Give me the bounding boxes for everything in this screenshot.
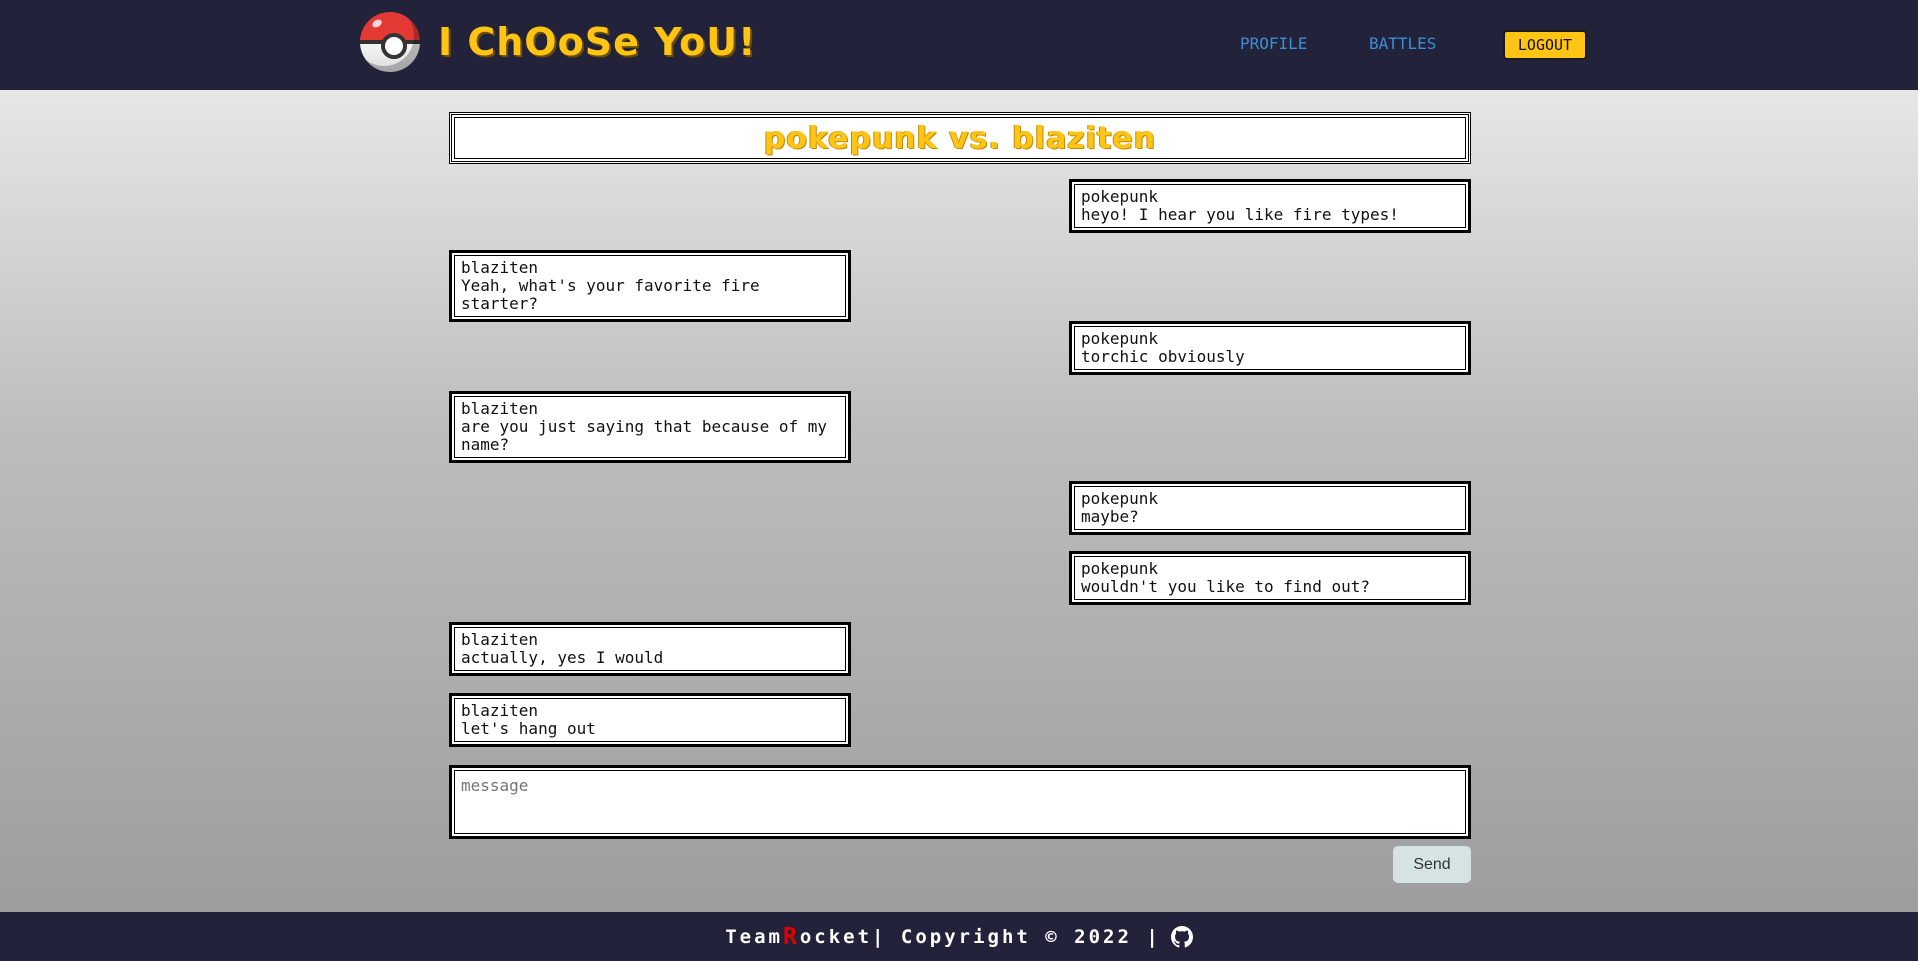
- nav-battles-link[interactable]: BATTLES: [1369, 28, 1436, 60]
- brand-title: I ChOoSe YoU!: [438, 20, 757, 64]
- message-text: torchic obviously: [1081, 347, 1245, 366]
- send-button[interactable]: Send: [1393, 846, 1471, 883]
- top-navbar: I ChOoSe YoU! PROFILE BATTLES LOGOUT: [0, 0, 1918, 90]
- chat-message: pokepunk maybe?: [1069, 481, 1471, 535]
- nav-profile-link[interactable]: PROFILE: [1240, 28, 1307, 60]
- message-author: blaziten: [461, 399, 539, 418]
- chat-title: pokepunk vs. blaziten: [763, 120, 1157, 156]
- message-author: blaziten: [461, 630, 539, 649]
- chat-message: blaziten let's hang out: [449, 693, 851, 747]
- footer-team-suffix: ocket: [799, 925, 873, 948]
- message-text: maybe?: [1081, 507, 1139, 526]
- message-author: pokepunk: [1081, 559, 1159, 578]
- footer-team-prefix: Team: [725, 925, 783, 948]
- chat-message: pokepunk wouldn't you like to find out?: [1069, 551, 1471, 605]
- message-author: blaziten: [461, 258, 539, 277]
- chat-header: pokepunk vs. blaziten: [449, 112, 1471, 164]
- footer-r-letter: R: [782, 923, 800, 950]
- message-author: pokepunk: [1081, 187, 1159, 206]
- footer-copyright: | Copyright © 2022 |: [872, 925, 1161, 948]
- chat-message: pokepunk heyo! I hear you like fire type…: [1069, 179, 1471, 233]
- github-icon[interactable]: [1170, 925, 1193, 948]
- message-text: wouldn't you like to find out?: [1081, 577, 1370, 596]
- chat-message: blaziten actually, yes I would: [449, 622, 851, 676]
- message-text: actually, yes I would: [461, 648, 664, 667]
- message-text: heyo! I hear you like fire types!: [1081, 205, 1399, 224]
- message-input[interactable]: [449, 765, 1471, 839]
- message-author: blaziten: [461, 701, 539, 720]
- footer: Team Rocket | Copyright © 2022 |: [0, 912, 1918, 961]
- message-text: are you just saying that because of my n…: [461, 417, 828, 454]
- message-author: pokepunk: [1081, 489, 1159, 508]
- pokeball-logo-icon: [360, 12, 420, 72]
- logout-button[interactable]: LOGOUT: [1503, 30, 1587, 60]
- message-text: Yeah, what's your favorite fire starter?: [461, 276, 760, 313]
- chat-message: pokepunk torchic obviously: [1069, 321, 1471, 375]
- brand[interactable]: I ChOoSe YoU!: [360, 12, 756, 72]
- message-author: pokepunk: [1081, 329, 1159, 348]
- chat-message: blaziten Yeah, what's your favorite fire…: [449, 250, 851, 322]
- chat-message: blaziten are you just saying that becaus…: [449, 391, 851, 463]
- message-text: let's hang out: [461, 719, 596, 738]
